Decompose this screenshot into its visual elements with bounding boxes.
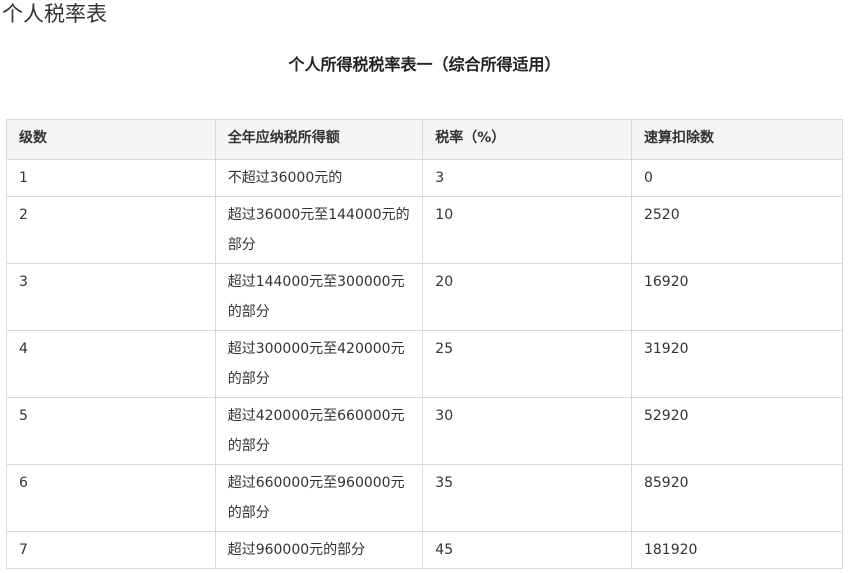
cell-level: 6 (6, 464, 216, 532)
page-heading: 个人税率表 (2, 2, 107, 26)
cell-rate: 25 (422, 330, 632, 398)
cell-range: 不超过36000元的 (214, 159, 424, 197)
table-row: 6 超过660000元至960000元的部分 35 85920 (6, 464, 844, 532)
cell-level: 5 (6, 397, 216, 465)
table-header-row: 级数 全年应纳税所得额 税率（%） 速算扣除数 (6, 119, 844, 160)
table-row: 2 超过36000元至144000元的部分 10 2520 (6, 196, 844, 264)
cell-rate: 3 (422, 159, 632, 197)
cell-level: 4 (6, 330, 216, 398)
cell-rate: 35 (422, 464, 632, 532)
table-title: 个人所得税税率表一（综合所得适用） (288, 55, 561, 74)
cell-level: 3 (6, 263, 216, 331)
cell-deduction: 181920 (630, 531, 844, 569)
cell-range: 超过144000元至300000元的部分 (214, 263, 424, 331)
table-row: 4 超过300000元至420000元的部分 25 31920 (6, 330, 844, 398)
cell-deduction: 0 (630, 159, 844, 197)
table-row: 7 超过960000元的部分 45 181920 (6, 531, 844, 569)
cell-rate: 30 (422, 397, 632, 465)
cell-deduction: 85920 (630, 464, 844, 532)
table-row: 5 超过420000元至660000元的部分 30 52920 (6, 397, 844, 465)
cell-range: 超过420000元至660000元的部分 (214, 397, 424, 465)
cell-range: 超过660000元至960000元的部分 (214, 464, 424, 532)
header-level: 级数 (6, 119, 216, 160)
cell-deduction: 16920 (630, 263, 844, 331)
cell-deduction: 2520 (630, 196, 844, 264)
header-taxable-income: 全年应纳税所得额 (214, 119, 424, 160)
cell-rate: 45 (422, 531, 632, 569)
table-row: 1 不超过36000元的 3 0 (6, 159, 844, 197)
cell-range: 超过36000元至144000元的部分 (214, 196, 424, 264)
tax-rate-table: 级数 全年应纳税所得额 税率（%） 速算扣除数 1 不超过36000元的 3 0… (6, 119, 844, 569)
table-row: 3 超过144000元至300000元的部分 20 16920 (6, 263, 844, 331)
cell-deduction: 31920 (630, 330, 844, 398)
cell-range: 超过960000元的部分 (214, 531, 424, 569)
cell-rate: 20 (422, 263, 632, 331)
cell-level: 7 (6, 531, 216, 569)
cell-level: 2 (6, 196, 216, 264)
cell-level: 1 (6, 159, 216, 197)
cell-deduction: 52920 (630, 397, 844, 465)
cell-range: 超过300000元至420000元的部分 (214, 330, 424, 398)
header-quick-deduction: 速算扣除数 (630, 119, 844, 160)
cell-rate: 10 (422, 196, 632, 264)
header-tax-rate: 税率（%） (422, 119, 632, 160)
